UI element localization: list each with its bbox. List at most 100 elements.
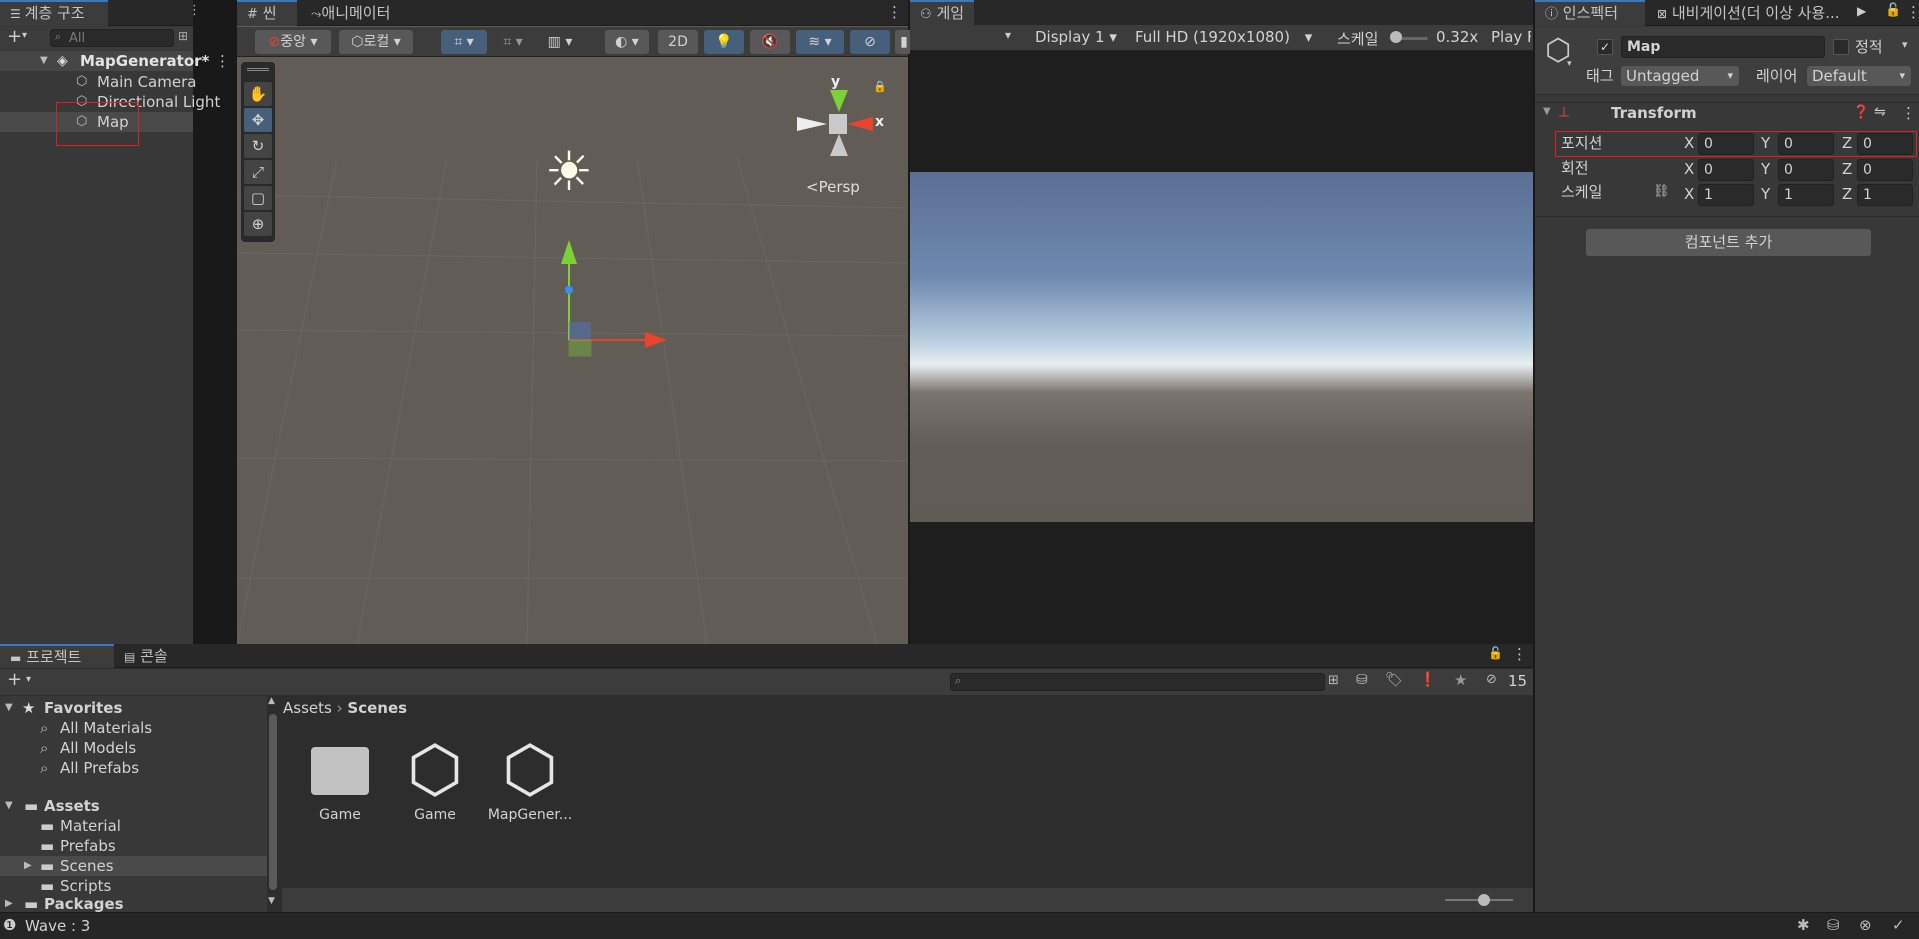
static-checkbox[interactable] <box>1833 39 1849 55</box>
packages-header[interactable]: ▶ ▬ Packages <box>0 894 267 914</box>
game-viewport[interactable] <box>910 172 1533 522</box>
asset-folder-item[interactable]: ▬ Prefabs <box>0 836 267 856</box>
hidden-packages-icon[interactable]: ⊘ <box>1486 672 1497 687</box>
dropdown-arrow-icon[interactable]: ▾ <box>22 30 27 41</box>
dropdown-arrow-icon[interactable]: ▾ <box>26 674 31 685</box>
preset-icon[interactable]: ⇋ <box>1874 104 1886 120</box>
tab-navigation[interactable]: ⊠ 내비게이션(더 이상 사용... <box>1647 0 1853 26</box>
gizmo-lock-icon[interactable]: 🔒 <box>873 80 887 93</box>
scale-y-field[interactable]: 1 <box>1778 184 1834 206</box>
icon-dropdown-icon[interactable]: ▾ <box>1567 59 1572 69</box>
move-tool-button[interactable]: ✥ <box>244 108 272 132</box>
tag-dropdown[interactable]: Untagged ▾ <box>1621 66 1739 86</box>
asset-folder-item[interactable]: ▶ ▬ Scenes <box>0 856 267 876</box>
tab-animator[interactable]: ⤳애니메이터 <box>301 0 400 26</box>
move-gizmo[interactable] <box>557 230 687 360</box>
add-icon[interactable]: + <box>7 669 22 690</box>
breadcrumb-assets[interactable]: Assets <box>283 699 332 717</box>
scale-x-field[interactable]: 1 <box>1698 184 1754 206</box>
favorite-item[interactable]: ⌕ All Prefabs <box>0 758 267 778</box>
status-text[interactable]: Wave : 3 <box>25 917 90 935</box>
tree-scroll-up-icon[interactable]: ▲ <box>268 696 275 706</box>
mode-2d-button[interactable]: 2D <box>658 30 698 54</box>
x-axis-arrow[interactable] <box>645 332 667 348</box>
file-item[interactable]: Game <box>298 737 382 837</box>
favorite-item[interactable]: ⌕ All Materials <box>0 718 267 738</box>
asset-folder-item[interactable]: ▬ Scripts <box>0 876 267 896</box>
palette-handle[interactable] <box>247 68 269 71</box>
draw-mode-button[interactable]: ◐ ▾ <box>605 30 649 54</box>
y-axis-arrow[interactable] <box>561 240 577 264</box>
inspector-lock-icon[interactable]: 🔓 <box>1885 3 1901 18</box>
favorites-header[interactable]: ▼ ★ Favorites <box>0 698 267 718</box>
breadcrumb-scenes[interactable]: Scenes <box>347 699 407 717</box>
rotation-x-field[interactable]: 0 <box>1698 159 1754 181</box>
hierarchy-item-main-camera[interactable]: ⬡ Main Camera <box>0 72 196 92</box>
scene-row[interactable]: ▼ ◈ MapGenerator* ⋮ <box>0 51 230 71</box>
tab-game[interactable]: ⚇ 게임 <box>910 0 974 26</box>
project-search-input[interactable]: ⌕ <box>950 673 1325 691</box>
tab-project[interactable]: ▬ 프로젝트 <box>0 644 114 668</box>
file-item[interactable]: ⬡ MapGener... <box>485 737 575 837</box>
ruler-button[interactable]: ▥ ▾ <box>539 30 581 54</box>
scale-slider-thumb[interactable] <box>1390 31 1402 43</box>
assets-header[interactable]: ▼ ▬ Assets <box>0 796 267 816</box>
search-by-type-icon[interactable]: ⊞ <box>1328 673 1339 688</box>
search-options-icon[interactable]: ⊞ <box>178 29 188 43</box>
hand-tool-button[interactable]: ✋ <box>244 82 272 106</box>
static-dropdown-icon[interactable]: ▾ <box>1902 38 1908 51</box>
sun-icon[interactable]: ☀ <box>539 142 599 202</box>
audio-button[interactable]: 🔇 <box>750 30 790 54</box>
visibility-button[interactable]: ⊘ <box>850 30 890 54</box>
transform-header[interactable]: ▼ ⟂ Transform ❓ ⇋ ⋮ <box>1535 102 1919 126</box>
grid-snap-button[interactable]: ⌗ ▾ <box>441 30 487 54</box>
inspector-menu-icon[interactable]: ⋮ <box>1906 3 1919 21</box>
scale-tool-button[interactable]: ⤢ <box>244 160 272 184</box>
effects-button[interactable]: ≋ ▾ <box>796 30 844 54</box>
panel-lock-icon[interactable]: ⋮ <box>188 3 201 18</box>
filter-type-icon[interactable]: ⛁ <box>1356 672 1368 688</box>
add-icon[interactable]: + <box>7 26 22 47</box>
layer-dropdown[interactable]: Default ▾ <box>1807 66 1911 86</box>
tree-scrollbar[interactable] <box>269 714 277 890</box>
constrain-proportions-icon[interactable]: ⛓ <box>1653 184 1670 199</box>
rect-tool-button[interactable]: ▢ <box>244 186 272 210</box>
display-dropdown[interactable]: Display 1 ▾ <box>1035 28 1117 46</box>
favorite-item[interactable]: ⌕ All Models <box>0 738 267 758</box>
rotate-tool-button[interactable]: ↻ <box>244 134 272 158</box>
add-component-button[interactable]: 컴포넌트 추가 <box>1586 229 1871 256</box>
scale-z-field[interactable]: 1 <box>1857 184 1913 206</box>
transform-tool-button[interactable]: ⊕ <box>244 212 272 236</box>
scene-menu-icon[interactable]: ⋮ <box>887 3 902 21</box>
resolution-dropdown[interactable]: Full HD (1920x1080) ▾ <box>1135 28 1312 46</box>
favorite-star-icon[interactable]: ★ <box>1454 671 1467 689</box>
tab-scene[interactable]: # 씬 <box>237 0 297 26</box>
network-icon[interactable]: ⊗ <box>1859 916 1872 934</box>
filter-label-icon[interactable]: 🏷 <box>1385 672 1403 688</box>
tab-scroll-right-icon[interactable]: ▶ <box>1857 4 1866 18</box>
icon-size-slider-thumb[interactable] <box>1478 894 1490 906</box>
game-mode-dropdown[interactable]: ▾ <box>1005 28 1011 42</box>
file-item[interactable]: ⬡ Game <box>393 737 477 837</box>
tree-scroll-down-icon[interactable]: ▼ <box>268 896 275 906</box>
pivot-dropdown[interactable]: ⊘중앙 ▾ <box>255 30 331 54</box>
tab-inspector[interactable]: ⓘ 인스펙터 <box>1535 0 1645 26</box>
tab-hierarchy[interactable]: ☰ 계층 구조 <box>0 0 108 26</box>
component-menu-icon[interactable]: ⋮ <box>1901 104 1916 122</box>
debug-icon[interactable]: ✱ <box>1797 916 1810 934</box>
object-name-field[interactable]: Map <box>1621 36 1825 58</box>
orientation-gizmo[interactable]: y x <box>797 74 884 164</box>
help-icon[interactable]: ❓ <box>1853 105 1869 120</box>
asset-folder-item[interactable]: ▬ Material <box>0 816 267 836</box>
snap-increment-button[interactable]: ⌗ ▾ <box>493 30 533 54</box>
search-input[interactable]: ⌕ All <box>50 29 174 47</box>
check-icon[interactable]: ✓ <box>1892 916 1905 934</box>
persp-label[interactable]: <Persp <box>806 178 860 196</box>
scene-menu-icon[interactable]: ⋮ <box>215 51 230 71</box>
project-menu-icon[interactable]: ⋮ <box>1512 645 1527 663</box>
cache-icon[interactable]: ⛁ <box>1827 916 1840 934</box>
space-dropdown[interactable]: ⬡로컬 ▾ <box>339 30 413 54</box>
rotation-y-field[interactable]: 0 <box>1778 159 1834 181</box>
project-lock-icon[interactable]: 🔓 <box>1488 646 1503 660</box>
lighting-button[interactable]: 💡 <box>704 30 744 54</box>
